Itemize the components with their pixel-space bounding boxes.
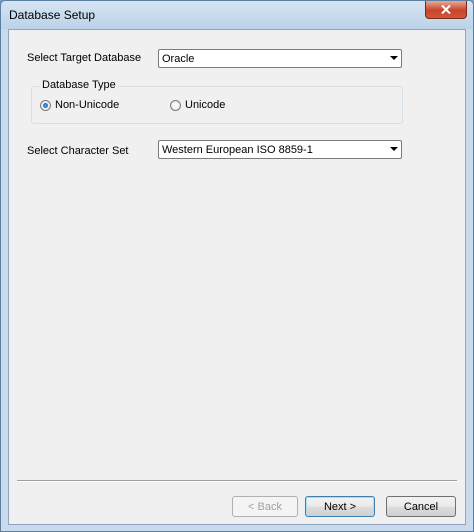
radio-button-unselected[interactable] (170, 99, 181, 111)
target-database-value: Oracle (162, 53, 195, 65)
radio-non-unicode[interactable]: Non-Unicode (40, 99, 119, 111)
dialog-content: Select Target Database Oracle Database T… (8, 29, 466, 525)
cancel-button[interactable]: Cancel (386, 496, 456, 517)
radio-button-selected[interactable] (40, 99, 51, 111)
radio-unicode[interactable]: Unicode (170, 99, 225, 111)
radio-dot-icon (43, 102, 48, 108)
dialog-window: Database Setup Select Target Database Or… (0, 0, 474, 532)
target-database-select[interactable]: Oracle (158, 49, 402, 68)
radio-non-unicode-label: Non-Unicode (55, 99, 120, 111)
radio-unicode-label: Unicode (185, 99, 226, 111)
window-title: Database Setup (9, 8, 96, 22)
footer-separator (17, 480, 457, 482)
next-button[interactable]: Next > (305, 496, 375, 517)
database-type-group: Database Type Non-Unicode Unicode (31, 79, 403, 124)
character-set-value: Western European ISO 8859-1 (162, 144, 313, 156)
chevron-down-icon (390, 147, 398, 151)
close-icon (441, 5, 451, 14)
database-type-legend: Database Type (40, 79, 118, 91)
target-database-label: Select Target Database (27, 52, 142, 64)
chevron-down-icon (390, 56, 398, 60)
close-button[interactable] (425, 1, 467, 19)
back-button[interactable]: < Back (232, 496, 298, 517)
title-bar[interactable]: Database Setup (1, 1, 473, 29)
character-set-label: Select Character Set (27, 145, 129, 157)
character-set-select[interactable]: Western European ISO 8859-1 (158, 140, 402, 159)
